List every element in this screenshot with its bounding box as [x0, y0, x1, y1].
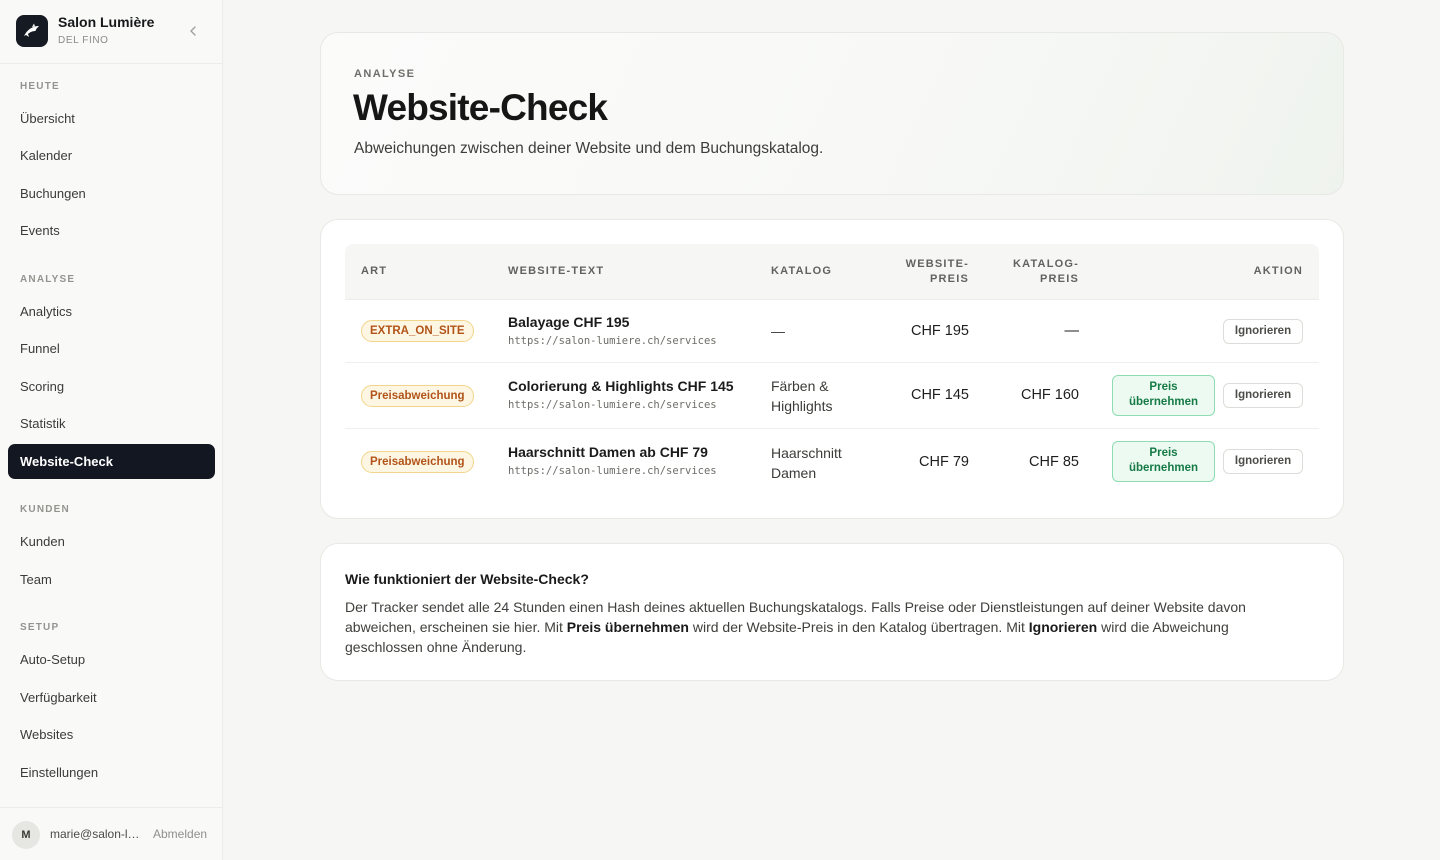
catalog-name-line2: Damen	[771, 465, 817, 481]
nav-item-einstellungen[interactable]: Einstellungen	[8, 755, 215, 790]
page-subtitle: Abweichungen zwischen deiner Website und…	[354, 140, 824, 157]
column-header-website-preis-line1: WEBSITE-	[905, 258, 969, 270]
website-price: CHF 195	[910, 323, 969, 339]
nav-item-team[interactable]: Team	[8, 562, 215, 597]
nav-item-verfuegbarkeit[interactable]: Verfügbarkeit	[8, 680, 215, 715]
ignore-button[interactable]: Ignorieren	[1223, 319, 1303, 344]
brand-name: Salon Lumière	[58, 14, 155, 30]
website-text-url: https://salon-lumiere.ch/services	[508, 399, 717, 411]
website-text-url: https://salon-lumiere.ch/services	[508, 335, 717, 347]
nav-item-uebersicht[interactable]: Übersicht	[8, 101, 215, 136]
page-title: Website-Check	[353, 87, 608, 128]
accept-price-label-line2: übernehmen	[1128, 396, 1198, 408]
catalog-price: CHF 160	[1020, 387, 1079, 403]
collapse-sidebar-chevron-left-icon[interactable]	[185, 23, 201, 39]
type-badge: EXTRA_ON_SITE	[361, 320, 474, 342]
brand-header: Salon Lumière DEL FINO	[0, 0, 223, 64]
section-label-kunden: KUNDEN	[20, 504, 70, 515]
nav-item-kalender[interactable]: Kalender	[8, 138, 215, 173]
accept-price-button[interactable]: Preis übernehmen	[1112, 375, 1215, 416]
brand-subtitle: DEL FINO	[58, 35, 109, 46]
table-row: EXTRA_ON_SITE Balayage CHF 195 https://s…	[345, 300, 1319, 363]
column-header-art: ART	[361, 265, 388, 277]
dolphin-logo-icon	[16, 15, 48, 47]
type-badge: Preisabweichung	[361, 451, 474, 473]
info-title: Wie funktioniert der Website-Check?	[345, 571, 589, 587]
column-header-website-preis-line2: PREIS	[929, 273, 969, 285]
column-header-katalog-preis-line1: KATALOG-	[1012, 258, 1079, 270]
column-header-katalog-preis-line2: PREIS	[1039, 273, 1079, 285]
website-price: CHF 145	[910, 387, 969, 403]
table-row: Preisabweichung Haarschnitt Damen ab CHF…	[345, 429, 1319, 496]
accept-price-label-line2: übernehmen	[1128, 462, 1198, 474]
catalog-price: CHF 85	[1029, 454, 1079, 470]
discrepancy-table-card: ART WEBSITE-TEXT KATALOG WEBSITE- PREIS …	[320, 219, 1344, 519]
accept-price-button[interactable]: Preis übernehmen	[1112, 441, 1215, 482]
avatar: M	[12, 821, 40, 849]
sidebar-footer: M marie@salon-lumiere.ch Abmelden	[0, 807, 223, 860]
page-header-card: ANALYSE Website-Check Abweichungen zwisc…	[320, 32, 1344, 195]
nav-item-buchungen[interactable]: Buchungen	[8, 176, 215, 211]
table-header: ART WEBSITE-TEXT KATALOG WEBSITE- PREIS …	[345, 244, 1319, 300]
column-header-katalog-preis: KATALOG- PREIS	[979, 257, 1079, 287]
nav-item-kunden[interactable]: Kunden	[8, 524, 215, 559]
column-header-aktion: AKTION	[1253, 265, 1303, 277]
info-text-part2: wird der Website-Preis in den Katalog üb…	[688, 619, 1029, 635]
sidebar: Salon Lumière DEL FINO HEUTE Übersicht K…	[0, 0, 223, 860]
info-bold-ignore: Ignorieren	[1028, 619, 1098, 635]
nav-item-funnel[interactable]: Funnel	[8, 331, 215, 366]
logout-link[interactable]: Abmelden	[153, 827, 207, 841]
type-badge: Preisabweichung	[361, 385, 474, 407]
section-label-setup: SETUP	[20, 622, 60, 633]
column-header-website-preis: WEBSITE- PREIS	[869, 257, 969, 287]
catalog-name: Färben & Highlights	[771, 376, 866, 416]
website-text-title: Balayage CHF 195	[508, 314, 630, 330]
catalog-name-line2: Highlights	[771, 398, 833, 414]
website-text-url: https://salon-lumiere.ch/services	[508, 465, 717, 477]
section-label-analyse: ANALYSE	[20, 274, 76, 285]
page-eyebrow: ANALYSE	[354, 68, 416, 80]
column-header-website-text: WEBSITE-TEXT	[508, 265, 605, 277]
accept-price-label-line1: Preis	[1149, 381, 1178, 393]
nav-item-analytics[interactable]: Analytics	[8, 294, 215, 329]
info-bold-accept: Preis übernehmen	[566, 619, 689, 635]
nav-item-auto-setup[interactable]: Auto-Setup	[8, 642, 215, 677]
nav-item-statistik[interactable]: Statistik	[8, 406, 215, 441]
section-label-heute: HEUTE	[20, 81, 60, 92]
catalog-name-line1: Haarschnitt	[771, 445, 842, 461]
catalog-name-line1: Färben &	[771, 378, 829, 394]
catalog-price: —	[1064, 323, 1080, 339]
nav-item-websites[interactable]: Websites	[8, 717, 215, 752]
catalog-name: Haarschnitt Damen	[771, 443, 866, 483]
accept-price-label-line1: Preis	[1149, 447, 1178, 459]
catalog-name: —	[771, 323, 785, 339]
nav-item-scoring[interactable]: Scoring	[8, 369, 215, 404]
ignore-button[interactable]: Ignorieren	[1223, 383, 1303, 408]
website-text-title: Haarschnitt Damen ab CHF 79	[508, 444, 708, 460]
column-header-katalog: KATALOG	[771, 265, 833, 277]
nav-item-events[interactable]: Events	[8, 213, 215, 248]
ignore-button[interactable]: Ignorieren	[1223, 449, 1303, 474]
user-email: marie@salon-lumiere.ch	[50, 827, 142, 841]
nav-item-website-check[interactable]: Website-Check	[8, 444, 215, 479]
website-text-title: Colorierung & Highlights CHF 145	[508, 378, 734, 394]
info-text: Der Tracker sendet alle 24 Stunden einen…	[345, 597, 1305, 657]
info-card: Wie funktioniert der Website-Check? Der …	[320, 543, 1344, 681]
table-row: Preisabweichung Colorierung & Highlights…	[345, 363, 1319, 429]
website-price: CHF 79	[919, 454, 969, 470]
